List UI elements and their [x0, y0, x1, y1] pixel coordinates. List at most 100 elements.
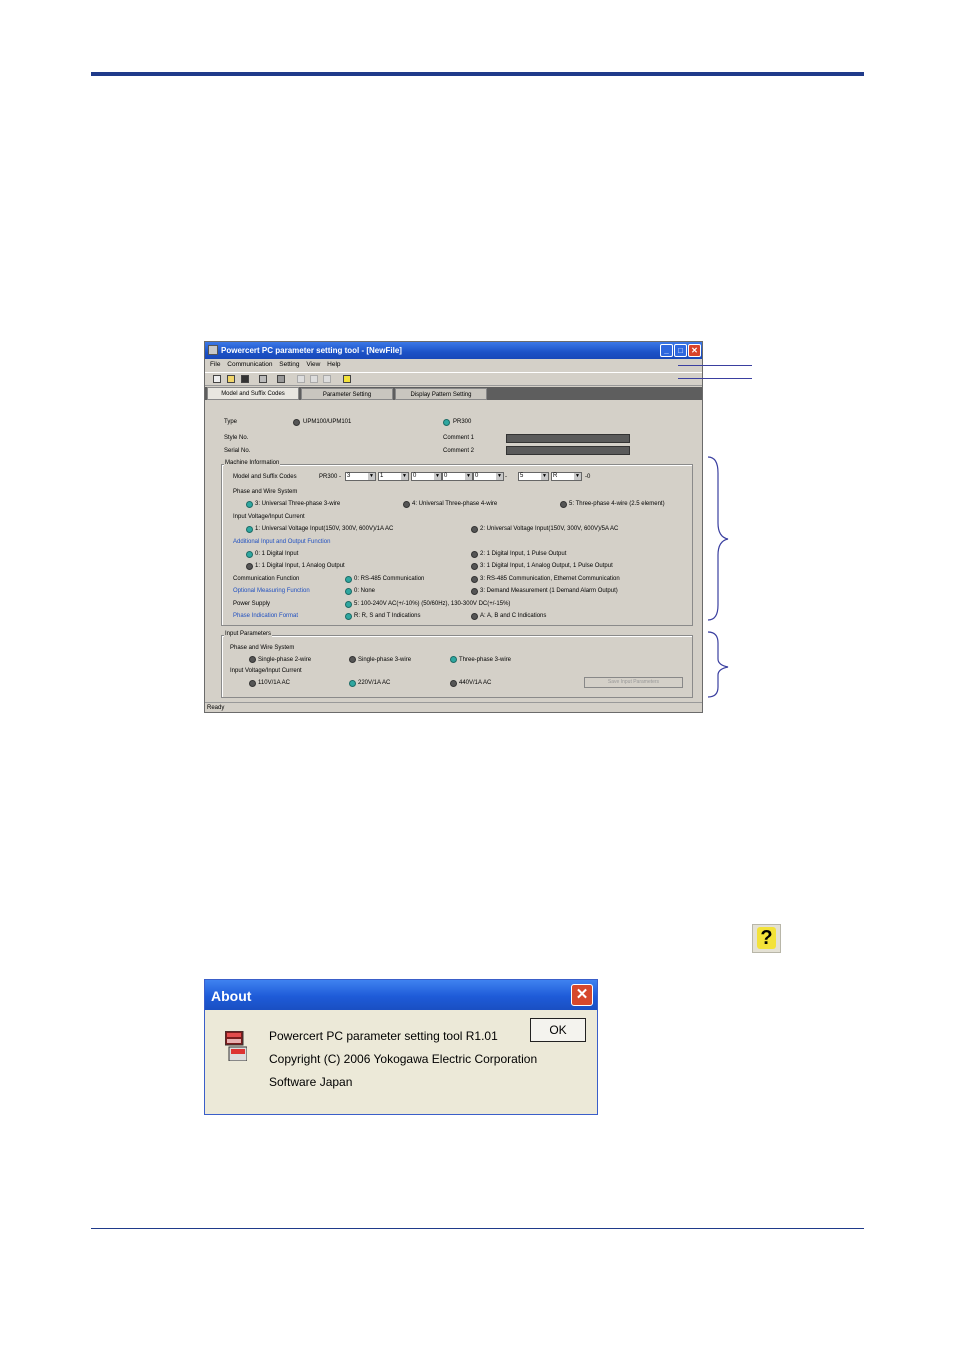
- code-combo-3[interactable]: 0 ▼: [411, 472, 442, 481]
- comm-opt-3: 3: RS-485 Communication, Ethernet Commun…: [480, 576, 620, 582]
- code-combo-5[interactable]: 0 ▼: [473, 472, 504, 481]
- io-radio-2[interactable]: [471, 551, 478, 558]
- new-file-icon[interactable]: [213, 375, 221, 383]
- minimize-icon[interactable]: _: [660, 344, 673, 357]
- maximize-icon[interactable]: □: [674, 344, 687, 357]
- pw-opt-5: 5: Three-phase 4-wire (2.5 element): [569, 501, 665, 507]
- comm-func-label: Communication Function: [233, 576, 300, 582]
- pw-radio-4[interactable]: [403, 501, 410, 508]
- ip-vc-opt-1: 110V/1A AC: [258, 680, 290, 686]
- code-value-6: 5: [520, 473, 524, 479]
- opt-meas-label: Optional Measuring Function: [233, 588, 310, 594]
- ip-phase-wire-label: Phase and Wire System: [230, 645, 295, 651]
- title-bar: Powercert PC parameter setting tool - [N…: [205, 342, 702, 359]
- pi-opt-r: R: R, S and T Indications: [354, 613, 421, 619]
- ok-button[interactable]: OK: [530, 1018, 586, 1042]
- meas-radio-0[interactable]: [345, 588, 352, 595]
- read-icon[interactable]: [297, 375, 305, 383]
- type-radio-pr300[interactable]: [443, 419, 450, 426]
- menu-help[interactable]: Help: [327, 361, 340, 368]
- pi-radio-a[interactable]: [471, 613, 478, 620]
- tab-model-suffix[interactable]: Model and Suffix Codes: [207, 387, 299, 400]
- ip-vc-radio-3[interactable]: [450, 680, 457, 687]
- model-suffix-panel: Type UPM100/UPM101 PR300 Style No. Comme…: [209, 402, 698, 702]
- meas-opt-0: 0: None: [354, 588, 376, 594]
- io-radio-1[interactable]: [246, 563, 253, 570]
- ip-pw-radio-2[interactable]: [349, 656, 356, 663]
- brace-graphics: [707, 456, 729, 698]
- io-opt-3: 3: 1 Digital Input, 1 Analog Output, 1 P…: [480, 563, 613, 569]
- io-opt-1: 1: 1 Digital Input, 1 Analog Output: [255, 563, 345, 569]
- ip-pw-opt-3: Three-phase 3-wire: [459, 657, 512, 663]
- menu-communication[interactable]: Communication: [227, 361, 272, 368]
- menu-setting[interactable]: Setting: [279, 361, 299, 368]
- menu-view[interactable]: View: [306, 361, 320, 368]
- code-combo-4[interactable]: 0 ▼: [442, 472, 473, 481]
- save-icon[interactable]: [241, 375, 249, 383]
- tab-display-pattern[interactable]: Display Pattern Setting: [395, 388, 487, 400]
- input-vc-label: Input Voltage/Input Current: [233, 514, 305, 520]
- about-copyright: Copyright (C) 2006 Yokogawa Electric Cor…: [269, 1052, 538, 1066]
- ip-vc-opt-3: 440V/1A AC: [459, 680, 492, 686]
- pi-radio-r[interactable]: [345, 613, 352, 620]
- about-company: Software Japan: [269, 1075, 353, 1089]
- io-radio-0[interactable]: [246, 551, 253, 558]
- chevron-down-icon: ▼: [401, 473, 408, 480]
- write-icon[interactable]: [310, 375, 318, 383]
- comm-radio-0[interactable]: [345, 576, 352, 583]
- help-icon[interactable]: [343, 375, 351, 383]
- ps-radio-5[interactable]: [345, 601, 352, 608]
- pw-radio-5[interactable]: [560, 501, 567, 508]
- chevron-down-icon: ▼: [465, 473, 472, 480]
- tab-strip: Model and Suffix Codes Parameter Setting…: [205, 387, 702, 400]
- save-input-params-button[interactable]: Save Input Parameters: [584, 677, 683, 688]
- status-bar: Ready: [205, 702, 702, 713]
- type-opt-pr300: PR300: [453, 419, 472, 425]
- code-combo-6[interactable]: 5 ▼: [518, 472, 549, 481]
- close-icon[interactable]: ✕: [688, 344, 701, 357]
- ivc-radio-1[interactable]: [246, 526, 253, 533]
- window-title: Powercert PC parameter setting tool - [N…: [221, 346, 402, 355]
- chevron-down-icon: ▼: [434, 473, 441, 480]
- meas-opt-3: 3: Demand Measurement (1 Demand Alarm Ou…: [480, 588, 618, 594]
- type-radio-upm[interactable]: [293, 419, 300, 426]
- close-icon[interactable]: ✕: [571, 984, 593, 1006]
- power-supply-label: Power Supply: [233, 601, 271, 607]
- pi-opt-a: A: A, B and C Indications: [480, 613, 547, 619]
- comment1-label: Comment 1: [443, 435, 475, 441]
- about-title-bar: About ✕: [205, 980, 597, 1010]
- ip-pw-radio-3[interactable]: [450, 656, 457, 663]
- comment2-field[interactable]: [506, 446, 630, 455]
- code-combo-7[interactable]: R ▼: [551, 472, 582, 481]
- machine-info-title: Machine Information: [224, 460, 281, 466]
- menu-bar: File Communication Setting View Help: [205, 359, 702, 371]
- pw-radio-3[interactable]: [246, 501, 253, 508]
- model-prefix: PR300 -: [319, 474, 342, 480]
- ip-pw-radio-1[interactable]: [249, 656, 256, 663]
- print-icon[interactable]: [259, 375, 267, 383]
- ip-vc-radio-1[interactable]: [249, 680, 256, 687]
- meas-radio-3[interactable]: [471, 588, 478, 595]
- code-value-7: R: [553, 473, 558, 479]
- menu-file[interactable]: File: [210, 361, 220, 368]
- bottom-rule: [91, 1228, 864, 1229]
- ip-vc-opt-2: 220V/1A AC: [358, 680, 391, 686]
- model-suffix-label: Model and Suffix Codes: [233, 474, 297, 480]
- comm-radio-3[interactable]: [471, 576, 478, 583]
- tab-parameter-setting[interactable]: Parameter Setting: [301, 388, 393, 400]
- code-combo-1[interactable]: 3 ▼: [345, 472, 376, 481]
- comment1-field[interactable]: [506, 434, 630, 443]
- open-folder-icon[interactable]: [227, 375, 235, 383]
- io-radio-3[interactable]: [471, 563, 478, 570]
- ip-vc-radio-2[interactable]: [349, 680, 356, 687]
- ivc-radio-2[interactable]: [471, 526, 478, 533]
- status-text: Ready: [207, 705, 225, 711]
- print-preview-icon[interactable]: [277, 375, 285, 383]
- phase-ind-label: Phase Indication Format: [233, 613, 299, 619]
- compare-icon[interactable]: [323, 375, 331, 383]
- code-combo-2[interactable]: 1 ▼: [378, 472, 409, 481]
- app-logo-icon: [225, 1031, 247, 1061]
- serial-no-label: Serial No.: [224, 448, 251, 454]
- code-dash: -: [505, 474, 507, 480]
- app-icon: [208, 345, 218, 355]
